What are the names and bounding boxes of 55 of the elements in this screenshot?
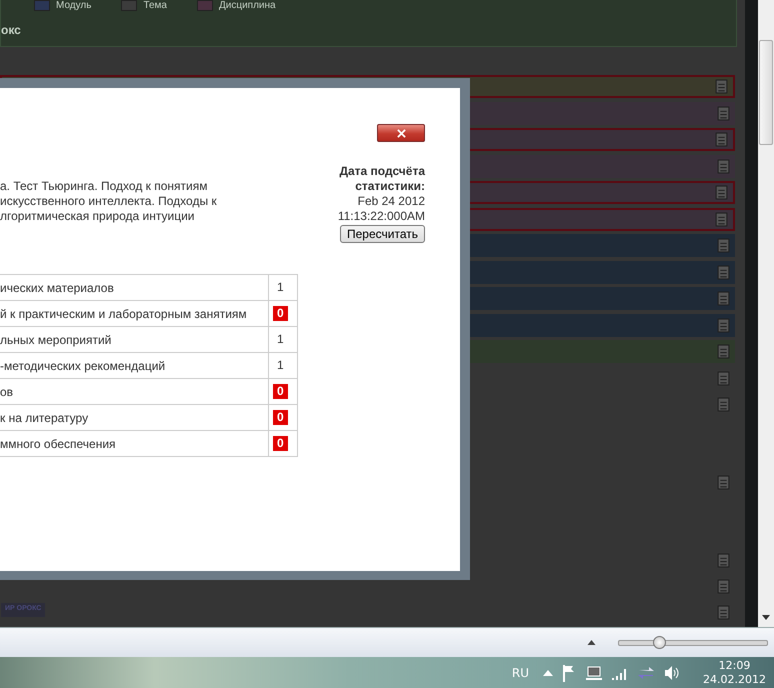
description-text: а. Тест Тьюринга. Подход к понятиям искусственного интеллекта. Подходы к лгоритмическая природа интуиции [0,179,217,225]
count-value: 1 [276,280,285,295]
document-icon[interactable] [716,344,731,359]
scrollbar-thumb[interactable] [759,40,773,145]
stats-time: 11:13:22:000AM [338,209,425,224]
table-cell: й к практическим и лабораторным занятиям [0,300,268,326]
laptop-icon[interactable] [585,664,604,680]
document-icon[interactable] [716,318,731,332]
document-icon[interactable] [714,185,729,200]
count-value: 1 [276,358,285,373]
table-cell: ммного обеспечения [0,430,268,456]
scroll-down-icon[interactable] [762,615,770,620]
document-icon[interactable] [714,79,729,94]
clock-date: 24.02.2012 [703,672,766,686]
document-icon[interactable] [716,106,731,120]
legend-label: Модуль [56,0,92,10]
count-value: 0 [273,436,288,451]
document-icon[interactable] [716,474,731,490]
stats-date-label: Дата подсчёта статистики: [338,164,425,194]
recalculate-button[interactable]: Пересчитать [340,225,425,243]
table-cell: льных мероприятий [0,326,268,352]
document-icon[interactable] [716,396,731,412]
legend-label: Дисциплина [219,0,276,10]
table-cell: к на литературу [0,404,268,430]
scrollbar[interactable] [758,0,774,627]
legend-label: Тема [143,0,167,10]
document-icon[interactable] [716,291,731,306]
document-icon[interactable] [714,212,729,226]
clock-time: 12:09 [718,658,750,672]
show-hidden-icons-icon[interactable] [543,670,554,676]
document-icon[interactable] [716,264,731,280]
table-cell: ов [0,378,268,404]
network-icon[interactable] [637,664,656,680]
clock[interactable]: 12:09 24.02.2012 [703,658,766,686]
slider-thumb[interactable] [652,636,666,648]
count-value: 0 [273,306,288,321]
panel-title: окс [1,23,21,37]
document-icon[interactable] [716,578,731,594]
document-icon[interactable] [716,604,731,620]
close-button[interactable] [377,124,425,142]
close-icon[interactable] [396,128,406,138]
document-icon[interactable] [716,158,731,174]
document-icon[interactable] [716,238,731,253]
count-value: 0 [273,384,288,399]
speaker-icon[interactable] [663,664,682,680]
expand-up-icon[interactable] [587,640,596,645]
document-icon[interactable] [714,132,729,147]
table-cell: ических материалов [0,274,268,300]
stats-date: Feb 24 2012 [358,194,425,209]
count-value: 0 [273,410,288,425]
table-cell: -методических рекомендаций [0,352,268,378]
count-value: 1 [276,332,285,347]
document-icon[interactable] [716,370,731,386]
language-indicator[interactable]: RU [512,666,530,680]
document-icon[interactable] [716,552,731,568]
